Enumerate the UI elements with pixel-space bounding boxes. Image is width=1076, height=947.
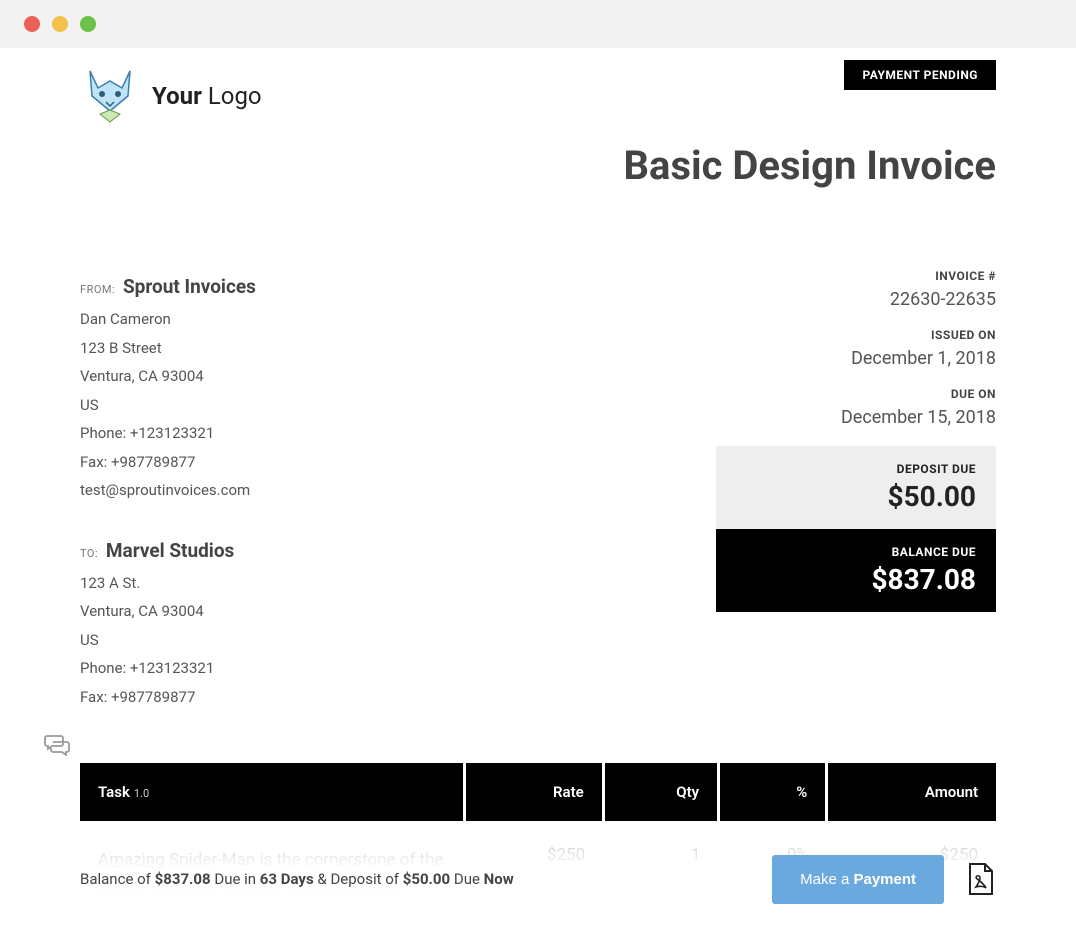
status-badge: PAYMENT PENDING (844, 60, 996, 90)
from-city: Ventura, CA 93004 (80, 362, 256, 391)
footer-balance: $837.08 (155, 870, 211, 888)
invoice-number: 22630-22635 (716, 289, 996, 310)
issued-label: ISSUED ON (716, 328, 996, 342)
to-country: US (80, 626, 256, 655)
maximize-window-icon[interactable] (80, 16, 96, 32)
footer-text: Balance of (80, 870, 155, 888)
logo-text-bold: Your (152, 82, 202, 110)
footer-text: Due (450, 870, 484, 888)
footer-text: & Deposit of (314, 870, 403, 888)
from-block: FROM: Sprout Invoices Dan Cameron 123 B … (80, 269, 256, 505)
due-date: December 15, 2018 (716, 407, 996, 428)
to-street: 123 A St. (80, 569, 256, 598)
invoice-title: Basic Design Invoice (80, 142, 996, 189)
to-phone: Phone: +123123321 (80, 654, 256, 683)
col-task-label: Task (98, 783, 130, 801)
from-street: 123 B Street (80, 334, 256, 363)
logo-text-light: Logo (202, 82, 262, 110)
from-country: US (80, 391, 256, 420)
balance-due-box: BALANCE DUE $837.08 (716, 529, 996, 612)
footer-deposit: $50.00 (403, 870, 450, 888)
to-city: Ventura, CA 93004 (80, 597, 256, 626)
col-rate: Rate (465, 763, 603, 821)
pdf-icon[interactable] (966, 862, 996, 896)
to-name: Marvel Studios (106, 539, 234, 562)
logo-icon (80, 66, 140, 126)
col-task-version: 1.0 (134, 787, 149, 800)
footer-days: 63 Days (260, 870, 314, 888)
deposit-due-amount: $50.00 (736, 480, 976, 513)
to-fax: Fax: +987789877 (80, 683, 256, 712)
col-amount: Amount (827, 763, 996, 821)
col-task: Task 1.0 (80, 763, 465, 821)
from-contact: Dan Cameron (80, 305, 256, 334)
balance-due-label: BALANCE DUE (736, 545, 976, 559)
issued-date: December 1, 2018 (716, 348, 996, 369)
to-block: TO: Marvel Studios 123 A St. Ventura, CA… (80, 533, 256, 712)
footer-now: Now (484, 870, 514, 888)
window-titlebar (0, 0, 1076, 48)
footer-summary: Balance of $837.08 Due in 63 Days & Depo… (80, 870, 514, 888)
invoice-number-label: INVOICE # (716, 269, 996, 283)
close-window-icon[interactable] (24, 16, 40, 32)
logo-text: Your Logo (152, 82, 262, 110)
from-fax: Fax: +987789877 (80, 448, 256, 477)
minimize-window-icon[interactable] (52, 16, 68, 32)
from-label: FROM: (80, 283, 115, 296)
pay-btn-pre: Make a (800, 871, 853, 888)
footer-text: Due in (211, 870, 260, 888)
due-label: DUE ON (716, 387, 996, 401)
from-phone: Phone: +123123321 (80, 419, 256, 448)
to-label: TO: (80, 547, 98, 560)
pay-btn-bold: Payment (853, 871, 916, 888)
deposit-due-label: DEPOSIT DUE (736, 462, 976, 476)
from-email: test@sproutinvoices.com (80, 476, 256, 505)
col-qty: Qty (603, 763, 718, 821)
from-name: Sprout Invoices (123, 275, 256, 298)
make-payment-button[interactable]: Make a Payment (772, 855, 944, 904)
logo-block: Your Logo (80, 60, 262, 126)
col-pct: % (719, 763, 827, 821)
balance-due-amount: $837.08 (736, 563, 976, 596)
chat-icon[interactable] (44, 734, 70, 762)
deposit-due-box: DEPOSIT DUE $50.00 (716, 446, 996, 529)
footer-bar: Balance of $837.08 Due in 63 Days & Depo… (0, 827, 1076, 931)
invoice-meta: INVOICE # 22630-22635 ISSUED ON December… (716, 269, 996, 428)
